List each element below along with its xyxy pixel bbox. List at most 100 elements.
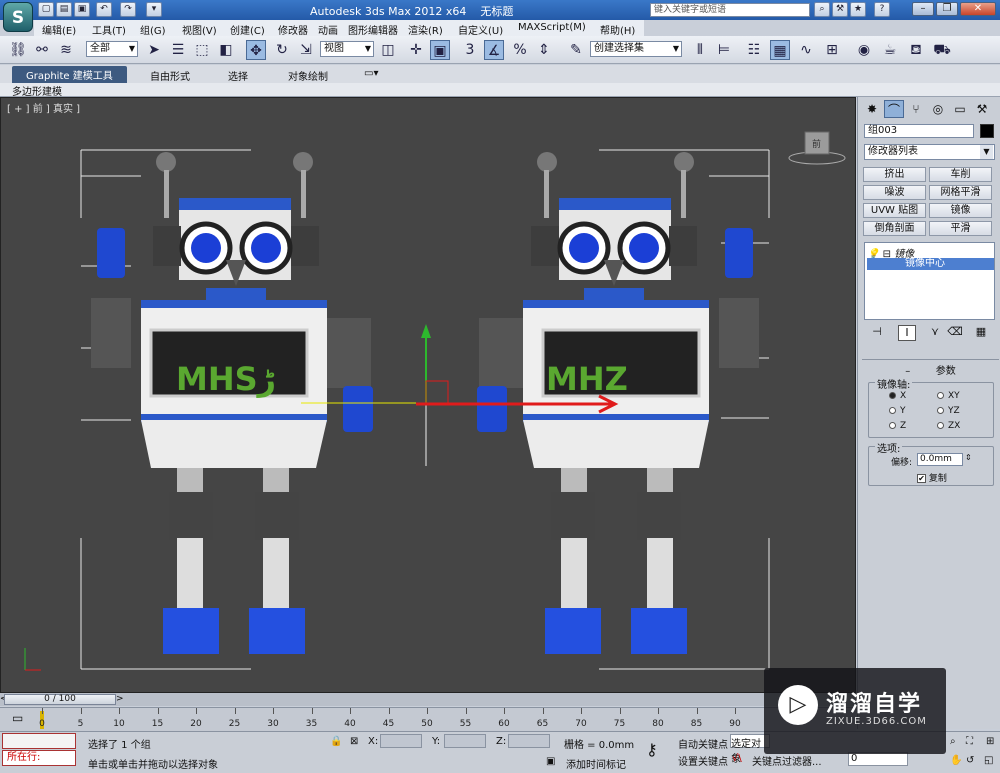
app-logo[interactable]: S	[3, 2, 33, 32]
axis-x-radio[interactable]: X	[889, 391, 906, 401]
close-button[interactable]: ✕	[960, 2, 996, 16]
search-icon[interactable]: ⌕	[814, 2, 830, 17]
orbit-icon[interactable]: ↺	[966, 755, 974, 766]
mirror-icon[interactable]: ⫴	[690, 40, 710, 60]
pan-icon[interactable]: ✋	[950, 755, 962, 766]
menu-modifiers[interactable]: 修改器	[278, 22, 308, 37]
pivot-center-icon[interactable]: ◫	[378, 40, 398, 60]
offset-field[interactable]: 0.0mm	[917, 453, 963, 466]
configure-sets-icon[interactable]: ▦	[972, 325, 990, 341]
add-time-tag-button[interactable]: 添加时间标记	[566, 756, 626, 771]
new-file-icon[interactable]: ▢	[38, 2, 54, 17]
lathe-button[interactable]: 车削	[929, 167, 992, 182]
tab-freeform[interactable]: 自由形式	[150, 68, 190, 83]
make-unique-icon[interactable]: ⋎	[926, 325, 944, 341]
meshsmooth-button[interactable]: 网格平滑	[929, 185, 992, 200]
motion-tab-icon[interactable]: ◎	[928, 100, 948, 118]
x-coordinate-field[interactable]	[380, 734, 422, 748]
move-icon[interactable]: ✥	[246, 40, 266, 60]
create-tab-icon[interactable]: ✸	[862, 100, 882, 118]
menu-views[interactable]: 视图(V)	[182, 22, 217, 37]
scale-icon[interactable]: ⇲	[296, 40, 316, 60]
y-coordinate-field[interactable]	[444, 734, 486, 748]
menu-group[interactable]: 组(G)	[140, 22, 166, 37]
graphite-toggle-icon[interactable]: ▦	[770, 40, 790, 60]
current-frame-field[interactable]: 0	[848, 752, 908, 766]
time-slider-track[interactable]	[0, 693, 856, 706]
time-tag-icon[interactable]: ▣	[546, 756, 555, 767]
zoom-all-icon[interactable]: ⊞	[986, 736, 994, 747]
select-object-icon[interactable]: ➤	[144, 40, 164, 60]
zoom-icon[interactable]: ⌕	[950, 736, 956, 747]
axis-xy-radio[interactable]: XY	[937, 391, 960, 401]
axis-yz-radio[interactable]: YZ	[937, 406, 960, 416]
object-name-field[interactable]: 组003	[864, 124, 974, 138]
lock-selection-icon[interactable]: 🔒	[330, 736, 342, 747]
next-frame-icon[interactable]: >	[116, 694, 124, 705]
schematic-view-icon[interactable]: ⊞	[822, 40, 842, 60]
help-icon[interactable]: ?	[874, 2, 890, 17]
z-coordinate-field[interactable]	[508, 734, 550, 748]
axis-zx-radio[interactable]: ZX	[937, 421, 960, 431]
key-icon[interactable]: ⚷	[646, 740, 658, 759]
search-input[interactable]: 键入关键字或短语	[650, 3, 810, 17]
save-file-icon[interactable]: ▣	[74, 2, 90, 17]
hierarchy-tab-icon[interactable]: ⑂	[906, 100, 926, 118]
time-slider-thumb[interactable]: 0 / 100	[4, 694, 116, 705]
params-header[interactable]: – 参数	[862, 362, 999, 377]
mirror-button[interactable]: 镜像	[929, 203, 992, 218]
curve-editor-icon[interactable]: ∿	[796, 40, 816, 60]
uvw-map-button[interactable]: UVW 贴图	[863, 203, 926, 218]
display-tab-icon[interactable]: ▭	[950, 100, 970, 118]
axis-y-radio[interactable]: Y	[889, 406, 906, 416]
align-icon[interactable]: ⊨	[714, 40, 734, 60]
modifier-stack[interactable]: 💡 ⊟ 镜像 镜像中心	[864, 242, 995, 320]
stack-item-mirror-center[interactable]: 镜像中心	[867, 258, 994, 270]
object-color-swatch[interactable]	[980, 124, 994, 138]
select-by-name-icon[interactable]: ☰	[168, 40, 188, 60]
tools-icon[interactable]: ⚒	[832, 2, 848, 17]
modifier-list-dropdown[interactable]: 修改器列表 ▼	[864, 144, 995, 160]
bind-space-warp-icon[interactable]: ≋	[56, 40, 76, 60]
undo-icon[interactable]: ↶	[96, 2, 112, 17]
track-bar-icon[interactable]: ▭	[12, 711, 23, 725]
maximize-viewport-icon[interactable]: ◱	[984, 755, 993, 766]
auto-key-button[interactable]: 自动关键点	[678, 736, 728, 751]
select-manipulate-icon[interactable]: ✛	[406, 40, 426, 60]
set-key-button[interactable]: 设置关键点	[678, 753, 728, 768]
extrude-button[interactable]: 挤出	[863, 167, 926, 182]
smooth-button[interactable]: 平滑	[929, 221, 992, 236]
angle-snap-icon[interactable]: ∡	[484, 40, 504, 60]
menu-animation[interactable]: 动画	[318, 22, 338, 37]
reference-coordinate-dropdown[interactable]: 视图 ▼	[320, 41, 374, 57]
link-icon[interactable]: ⛓	[8, 40, 28, 60]
restore-button[interactable]: ❐	[936, 2, 958, 16]
viewport-front[interactable]: [ + ] 前 ] 真实 ] 前 MHSڑ MHZ	[0, 97, 856, 693]
selection-filter-dropdown[interactable]: 全部 ▼	[86, 41, 138, 57]
zoom-extents-icon[interactable]: ⛶	[966, 736, 973, 747]
quick-access-dropdown-icon[interactable]: ▾	[146, 2, 162, 17]
bevel-profile-button[interactable]: 倒角剖面	[863, 221, 926, 236]
show-end-result-icon[interactable]: I	[898, 325, 916, 341]
utilities-tab-icon[interactable]: ⚒	[972, 100, 992, 118]
modify-tab-icon[interactable]: ⌒	[884, 100, 904, 118]
copy-checkbox[interactable]: ✔ 复制	[917, 471, 947, 484]
menu-maxscript[interactable]: MAXScript(M)	[518, 22, 586, 33]
minimize-button[interactable]: –	[912, 2, 934, 16]
spinner-snap-icon[interactable]: ⇕	[534, 40, 554, 60]
pin-stack-icon[interactable]: ⊣	[868, 325, 886, 341]
ribbon-options-icon[interactable]: ▭▾	[364, 68, 378, 79]
absolute-mode-icon[interactable]: ⊠	[350, 736, 358, 747]
rectangle-selection-icon[interactable]: ⬚	[192, 40, 212, 60]
menu-create[interactable]: 创建(C)	[230, 22, 265, 37]
polygon-modeling-label[interactable]: 多边形建模	[12, 83, 62, 98]
noise-button[interactable]: 噪波	[863, 185, 926, 200]
window-crossing-icon[interactable]: ◧	[216, 40, 236, 60]
menu-tools[interactable]: 工具(T)	[92, 22, 126, 37]
redo-icon[interactable]: ↷	[120, 2, 136, 17]
render-setup-icon[interactable]: ☕	[880, 40, 900, 60]
tab-selection[interactable]: 选择	[228, 68, 248, 83]
open-file-icon[interactable]: ▤	[56, 2, 72, 17]
offset-spinner-icon[interactable]: ⇕	[965, 453, 972, 462]
edit-named-selection-icon[interactable]: ✎	[566, 40, 586, 60]
